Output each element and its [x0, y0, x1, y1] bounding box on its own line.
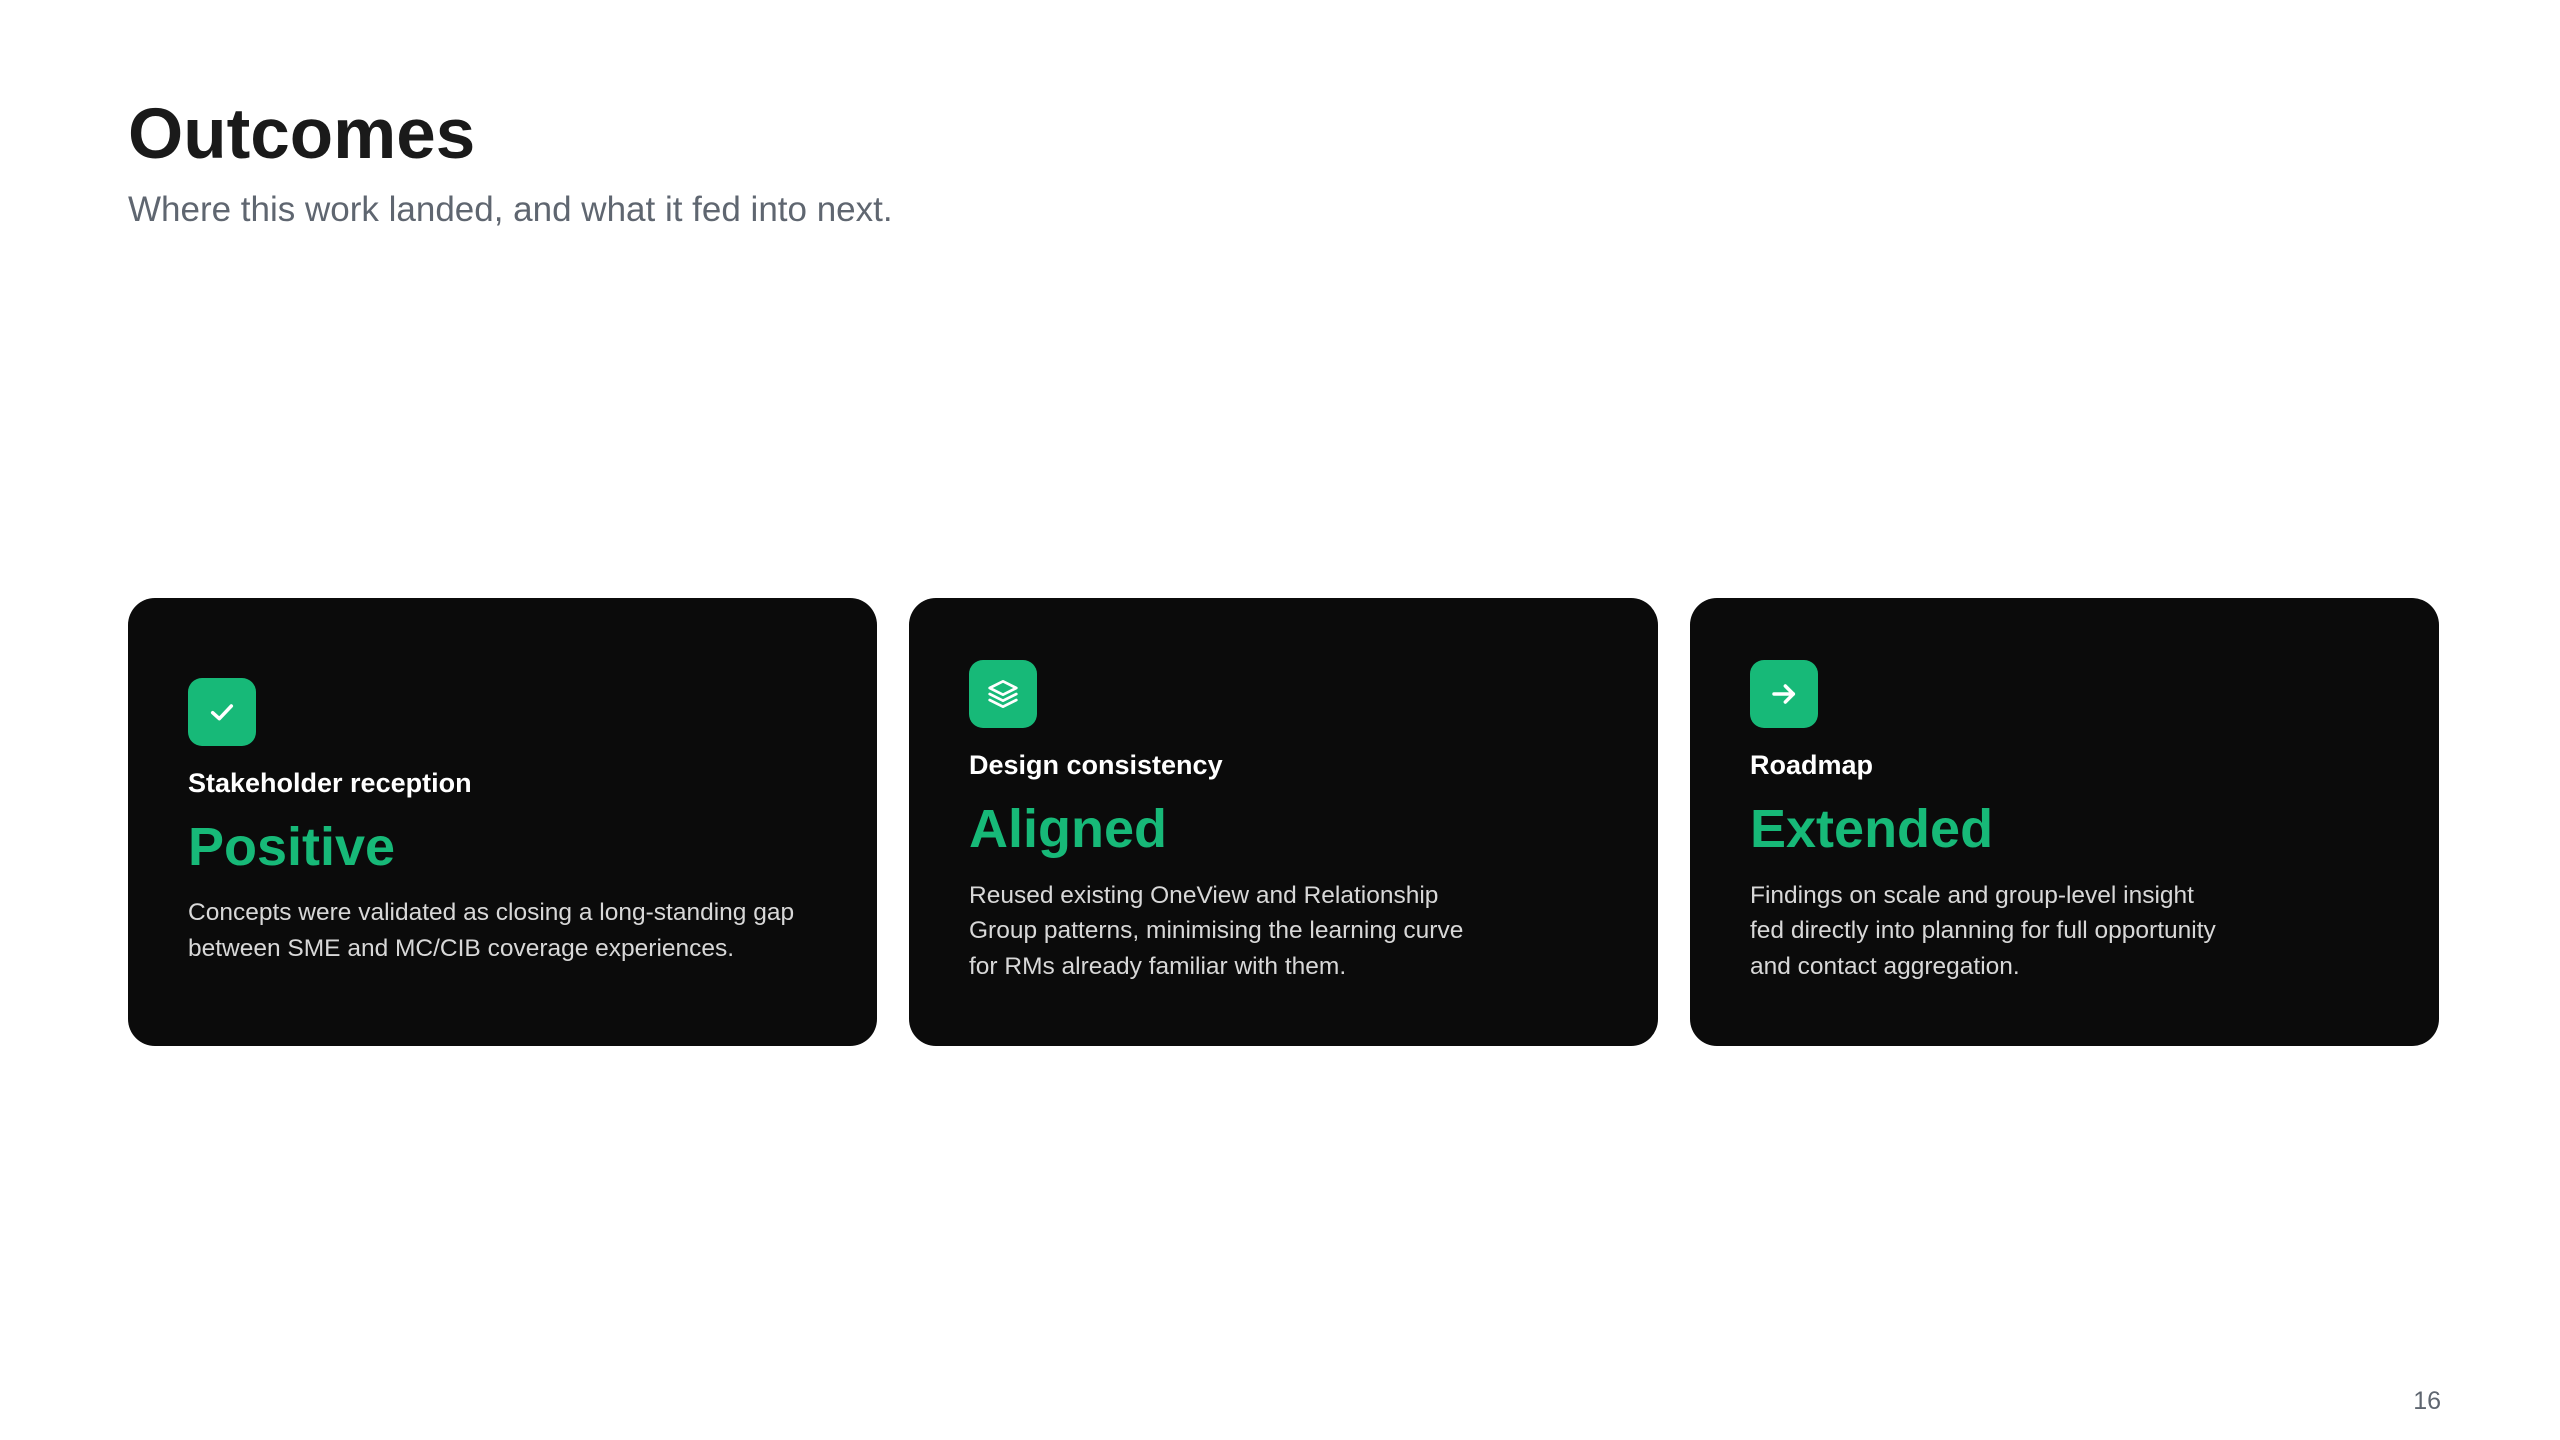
outcome-card-design-consistency: Design consistency Aligned Reused existi…: [909, 598, 1658, 1046]
page-subtitle: Where this work landed, and what it fed …: [128, 190, 893, 230]
card-value: Positive: [188, 816, 396, 877]
outcome-card-stakeholder-reception: Stakeholder reception Positive Concepts …: [128, 598, 877, 1046]
page-number: 16: [2413, 1387, 2441, 1415]
check-icon: [188, 677, 256, 746]
outcome-card-roadmap: Roadmap Extended Findings on scale and g…: [1690, 598, 2439, 1046]
card-description: Findings on scale and group-level insigh…: [1750, 881, 2216, 980]
card-description: Concepts were validated as closing a lon…: [188, 899, 795, 962]
card-value: Extended: [1750, 798, 1994, 859]
outcome-cards: Stakeholder reception Positive Concepts …: [128, 598, 2439, 1046]
layers-icon: [969, 659, 1037, 728]
card-value: Aligned: [969, 798, 1167, 859]
arrow-right-icon: [1750, 659, 1818, 728]
card-description: Reused existing OneView and Relationship…: [969, 881, 1464, 980]
page-title: Outcomes: [128, 95, 476, 174]
card-label: Design consistency: [969, 749, 1223, 780]
card-label: Stakeholder reception: [188, 767, 472, 798]
card-label: Roadmap: [1750, 749, 1874, 780]
slide-header: Outcomes Where this work landed, and wha…: [128, 92, 893, 234]
